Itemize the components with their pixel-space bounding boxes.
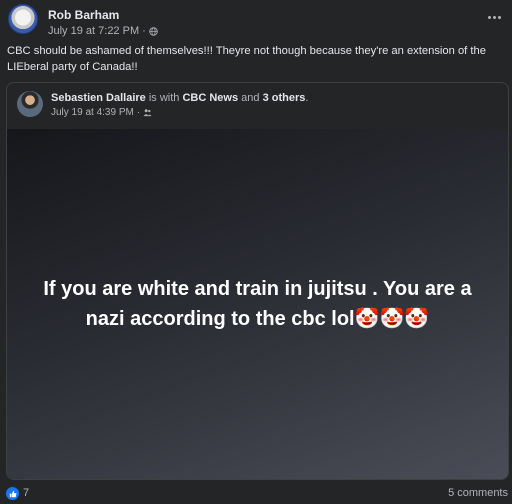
author-name[interactable]: Rob Barham (48, 8, 119, 22)
comments-count-link[interactable]: 5 comments (448, 487, 508, 499)
shared-author-avatar[interactable] (17, 91, 43, 117)
status-background: If you are white and train in jujitsu . … (7, 129, 508, 479)
post-footer: 7 5 comments (0, 484, 512, 504)
more-options-icon[interactable] (484, 10, 504, 24)
globe-icon (149, 26, 158, 36)
author-avatar[interactable] (8, 4, 38, 34)
shared-post[interactable]: Sebastien Dallaire is with CBC News and … (6, 82, 509, 480)
tagged-page-link[interactable]: CBC News (182, 92, 238, 104)
shared-author-line: Sebastien Dallaire is with CBC News and … (51, 92, 308, 104)
shared-author-name[interactable]: Sebastien Dallaire (51, 92, 146, 104)
friends-icon (143, 109, 152, 117)
shared-post-timestamp[interactable]: July 19 at 4:39 PM (51, 107, 134, 118)
post-meta: July 19 at 7:22 PM · (48, 25, 158, 37)
post-body-text: CBC should be ashamed of themselves!!! T… (7, 45, 486, 73)
line-period: . (305, 92, 309, 104)
post-timestamp[interactable]: July 19 at 7:22 PM (48, 25, 139, 37)
is-with-text: is with (148, 92, 180, 104)
and-text: and (241, 92, 260, 104)
thumbs-up-icon[interactable] (6, 487, 19, 500)
shared-meta-separator: · (136, 107, 141, 118)
shared-post-text: If you are white and train in jujitsu . … (43, 278, 472, 330)
shared-post-header: Sebastien Dallaire is with CBC News and … (7, 83, 508, 129)
post-header: Rob Barham July 19 at 7:22 PM · (8, 4, 504, 40)
reaction-count[interactable]: 7 (23, 487, 29, 499)
post-card: Rob Barham July 19 at 7:22 PM · CBC shou… (0, 0, 512, 504)
others-link[interactable]: 3 others (263, 92, 306, 104)
shared-post-meta: July 19 at 4:39 PM · (51, 107, 152, 118)
meta-separator: · (142, 25, 146, 37)
